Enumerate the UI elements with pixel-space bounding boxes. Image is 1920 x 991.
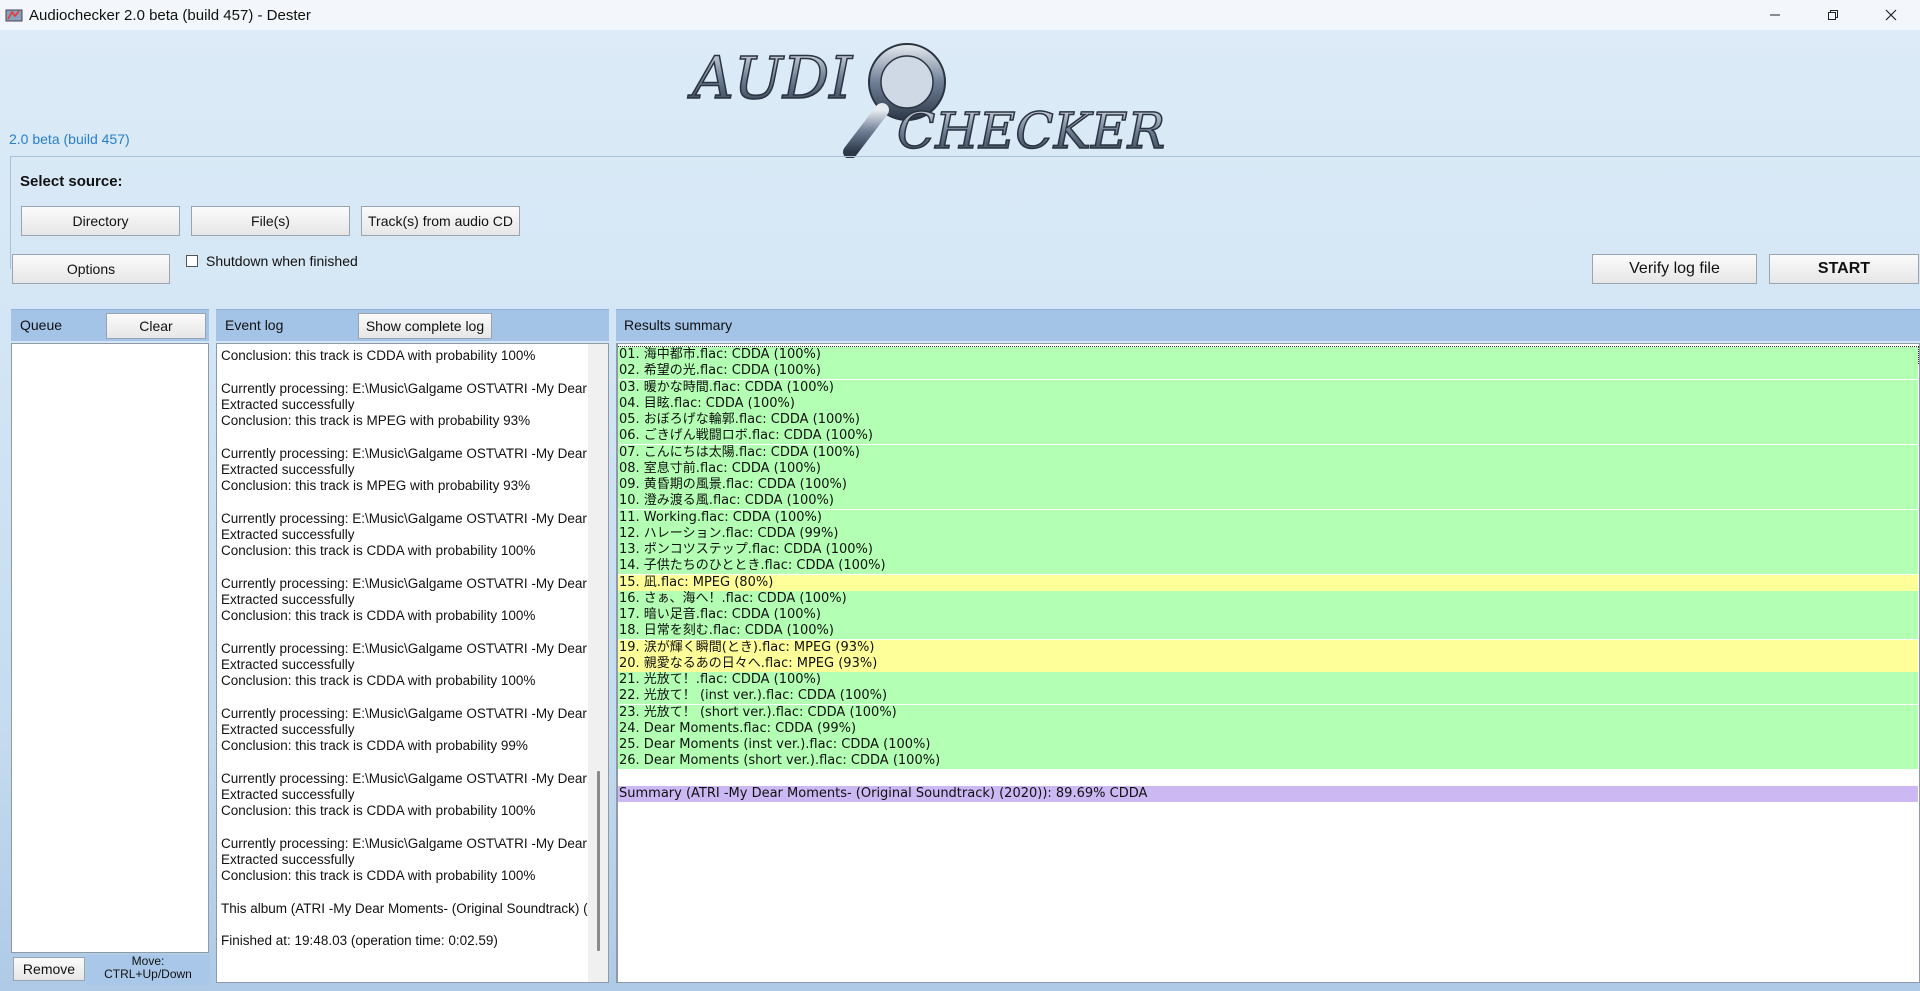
event-log-line: Currently processing: E:\Music\Galgame O… — [221, 770, 587, 786]
result-row[interactable]: 25. Dear Moments (inst ver.).flac: CDDA … — [618, 737, 1918, 753]
result-row[interactable]: 06. ごきげん戦闘ロボ.flac: CDDA (100%) — [618, 428, 1918, 445]
event-log-line: Extracted successfully — [221, 526, 355, 542]
result-row[interactable]: 17. 暗い足音.flac: CDDA (100%) — [618, 607, 1918, 623]
event-log-line: Conclusion: this track is CDDA with prob… — [221, 348, 536, 363]
results-header: Results summary — [616, 309, 1920, 341]
window-title: Audiochecker 2.0 beta (build 457) - Dest… — [29, 6, 311, 24]
event-log-line: Currently processing: E:\Music\Galgame O… — [221, 575, 587, 591]
event-log-line: Conclusion: this track is MPEG with prob… — [221, 478, 531, 493]
result-row[interactable]: 15. 凪.flac: MPEG (80%) — [618, 574, 1918, 591]
results-title: Results summary — [624, 317, 733, 333]
start-button[interactable]: START — [1769, 254, 1919, 284]
result-row[interactable]: 24. Dear Moments.flac: CDDA (99%) — [618, 720, 1918, 737]
result-row[interactable]: 08. 室息寸前.flac: CDDA (100%) — [618, 460, 1918, 477]
result-row[interactable]: 22. 光放て！ (inst ver.).flac: CDDA (100%) — [618, 688, 1918, 705]
event-log-title: Event log — [225, 317, 284, 333]
event-log-area[interactable]: Finished at: 19:48.03 (operation time: 0… — [216, 343, 609, 983]
event-log-line: Extracted successfully — [221, 721, 355, 737]
result-row[interactable]: 01. 海中都市.flac: CDDA (100%) — [618, 346, 1919, 364]
result-row[interactable]: 12. ハレーション.flac: CDDA (99%) — [618, 525, 1918, 542]
result-row[interactable]: 19. 涙が輝く瞬間(とき).flac: MPEG (93%) — [618, 639, 1918, 656]
event-log-line: Conclusion: this track is CDDA with prob… — [221, 543, 536, 558]
event-log-line: Finished at: 19:48.03 (operation time: 0… — [221, 933, 498, 948]
directory-button[interactable]: Directory — [21, 206, 180, 236]
result-row[interactable]: 05. おぼろげな輪郭.flac: CDDA (100%) — [618, 412, 1918, 428]
event-log-scroll-thumb[interactable] — [597, 771, 600, 951]
event-log-line: Extracted successfully — [221, 461, 355, 477]
event-log-line: This album (ATRI -My Dear Moments- (Orig… — [221, 900, 588, 916]
result-row[interactable] — [618, 769, 1918, 786]
svg-text:AUDI: AUDI — [687, 44, 853, 112]
result-row[interactable]: 14. 子供たちのひととき.flac: CDDA (100%) — [618, 558, 1918, 575]
event-log-line: Conclusion: this track is CDDA with prob… — [221, 738, 528, 753]
result-row[interactable]: 03. 暖かな時間.flac: CDDA (100%) — [618, 379, 1918, 396]
results-summary-row[interactable]: Summary (ATRI -My Dear Moments- (Origina… — [618, 785, 1918, 802]
show-complete-log-button[interactable]: Show complete log — [358, 313, 492, 339]
event-log-line: Conclusion: this track is CDDA with prob… — [221, 673, 536, 688]
move-hint: Move: CTRL+Up/Down — [86, 955, 210, 985]
result-row[interactable]: 04. 目眩.flac: CDDA (100%) — [618, 395, 1918, 412]
svg-text:CHECKER: CHECKER — [897, 102, 1165, 158]
event-log-line: Conclusion: this track is CDDA with prob… — [221, 803, 536, 818]
event-log-line: Extracted successfully — [221, 786, 355, 802]
result-row[interactable]: 26. Dear Moments (short ver.).flac: CDDA… — [618, 753, 1918, 770]
event-log-line: Extracted successfully — [221, 396, 355, 412]
close-button[interactable] — [1862, 0, 1920, 30]
event-log-line: Currently processing: E:\Music\Galgame O… — [221, 705, 587, 721]
result-row[interactable]: 16. さぁ、海へ！.flac: CDDA (100%) — [618, 590, 1918, 607]
result-row[interactable]: 10. 澄み渡る風.flac: CDDA (100%) — [618, 493, 1918, 510]
audio-cd-button[interactable]: Track(s) from audio CD — [361, 206, 520, 236]
event-log-line: Extracted successfully — [221, 656, 355, 672]
result-row[interactable]: 18. 日常を刻む.flac: CDDA (100%) — [618, 623, 1918, 640]
result-row[interactable]: 20. 親愛なるあの日々へ.flac: MPEG (93%) — [618, 655, 1918, 672]
event-log-line: Currently processing: E:\Music\Galgame O… — [221, 380, 587, 396]
queue-list[interactable] — [11, 343, 209, 953]
version-label: 2.0 beta (build 457) — [9, 131, 130, 147]
event-log-line: Currently processing: E:\Music\Galgame O… — [221, 510, 587, 526]
app-icon — [5, 9, 23, 22]
result-row[interactable]: 02. 希望の光.flac: CDDA (100%) — [618, 363, 1918, 380]
title-bar[interactable]: Audiochecker 2.0 beta (build 457) - Dest… — [0, 0, 1920, 30]
restore-icon — [1828, 10, 1838, 20]
queue-title: Queue — [20, 317, 63, 333]
audiochecker-logo: AUDI CHECKER — [686, 43, 1166, 158]
select-source-label: Select source: — [20, 173, 123, 190]
result-row[interactable]: 23. 光放て！ (short ver.).flac: CDDA (100%) — [618, 704, 1918, 721]
move-hint-line2: CTRL+Up/Down — [104, 967, 192, 981]
event-log-line: Extracted successfully — [221, 591, 355, 607]
result-row[interactable]: 07. こんにちは太陽.flac: CDDA (100%) — [618, 444, 1918, 461]
event-log-line: Conclusion: this track is CDDA with prob… — [221, 868, 536, 883]
event-log-line: Currently processing: E:\Music\Galgame O… — [221, 640, 587, 656]
options-button[interactable]: Options — [12, 254, 170, 284]
event-log-line: Currently processing: E:\Music\Galgame O… — [221, 445, 587, 461]
clear-queue-button[interactable]: Clear — [106, 313, 206, 339]
result-row[interactable]: 09. 黄昏期の風景.flac: CDDA (100%) — [618, 477, 1918, 493]
event-log-line: Conclusion: this track is MPEG with prob… — [221, 413, 531, 428]
result-row[interactable]: 21. 光放て！.flac: CDDA (100%) — [618, 672, 1918, 688]
verify-log-button[interactable]: Verify log file — [1592, 254, 1757, 284]
main-window: AUDI CHECKER 2.0 beta (build 457) Select… — [0, 30, 1920, 991]
result-row[interactable]: 13. ポンコツステップ.flac: CDDA (100%) — [618, 542, 1918, 558]
shutdown-option[interactable]: Shutdown when finished — [186, 253, 358, 269]
event-log-line: Extracted successfully — [221, 851, 355, 867]
shutdown-label: Shutdown when finished — [206, 253, 358, 269]
minimize-button[interactable] — [1746, 0, 1804, 30]
results-list[interactable]: 01. 海中都市.flac: CDDA (100%) 02. 希望の光.flac:… — [616, 343, 1920, 983]
minimize-icon — [1770, 14, 1780, 16]
files-button[interactable]: File(s) — [191, 206, 350, 236]
event-log-line: Currently processing: E:\Music\Galgame O… — [221, 835, 587, 851]
remove-button[interactable]: Remove — [13, 957, 85, 981]
restore-button[interactable] — [1804, 0, 1862, 30]
event-log-scrollbar[interactable] — [588, 344, 608, 982]
close-icon — [1885, 9, 1897, 21]
shutdown-checkbox[interactable] — [186, 255, 198, 267]
event-log-line: Conclusion: this track is CDDA with prob… — [221, 608, 536, 623]
result-row[interactable]: 11. Working.flac: CDDA (100%) — [618, 509, 1918, 526]
window-controls — [1746, 0, 1920, 30]
